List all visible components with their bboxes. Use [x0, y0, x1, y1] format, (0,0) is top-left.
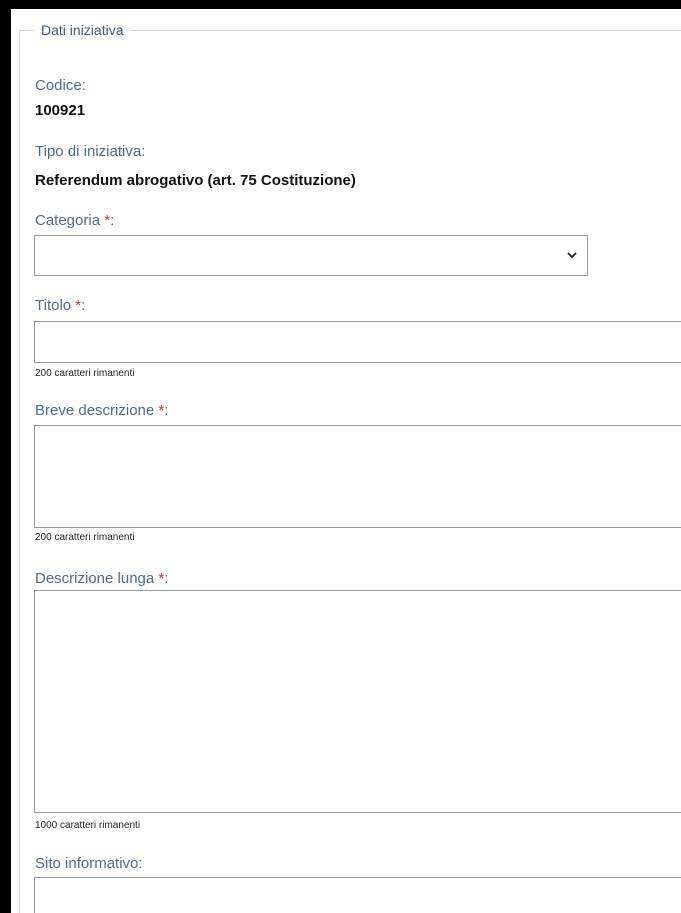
- chevron-down-icon: [567, 252, 577, 259]
- sito-informativo-label: Sito informativo:: [35, 855, 143, 872]
- categoria-label: Categoria *:: [35, 212, 114, 230]
- label-colon: :: [81, 297, 86, 314]
- tipo-iniziativa-label: Tipo di iniziativa:: [35, 143, 146, 160]
- tipo-iniziativa-value: Referendum abrogativo (art. 75 Costituzi…: [35, 172, 356, 189]
- titolo-input[interactable]: [34, 321, 681, 363]
- label-colon: :: [110, 212, 115, 229]
- breve-descrizione-char-counter: 200 caratteri rimanenti: [35, 532, 135, 543]
- descrizione-lunga-label: Descrizione lunga *:: [35, 570, 168, 588]
- titolo-char-counter: 200 caratteri rimanenti: [35, 368, 135, 379]
- titolo-label: Titolo *:: [35, 297, 85, 315]
- label-colon: :: [164, 570, 169, 587]
- codice-label: Codice:: [35, 77, 86, 94]
- label-colon: :: [164, 402, 169, 419]
- codice-value: 100921: [35, 102, 86, 119]
- breve-descrizione-label: Breve descrizione *:: [35, 402, 168, 420]
- breve-descrizione-label-text: Breve descrizione: [35, 402, 159, 419]
- categoria-label-text: Categoria: [35, 212, 105, 229]
- titolo-label-text: Titolo: [35, 297, 76, 314]
- descrizione-lunga-char-counter: 1000 caratteri rimanenti: [35, 820, 141, 831]
- descrizione-lunga-label-text: Descrizione lunga: [35, 570, 159, 587]
- fieldset-border-left: [19, 30, 20, 913]
- categoria-select[interactable]: [34, 235, 588, 276]
- sito-informativo-input[interactable]: [34, 877, 681, 913]
- fieldset-legend: Dati iniziativa: [34, 20, 131, 40]
- descrizione-lunga-textarea[interactable]: [34, 590, 681, 813]
- breve-descrizione-textarea[interactable]: [34, 425, 681, 528]
- form-panel: Dati iniziativa Codice: 100921 Tipo di i…: [11, 9, 681, 913]
